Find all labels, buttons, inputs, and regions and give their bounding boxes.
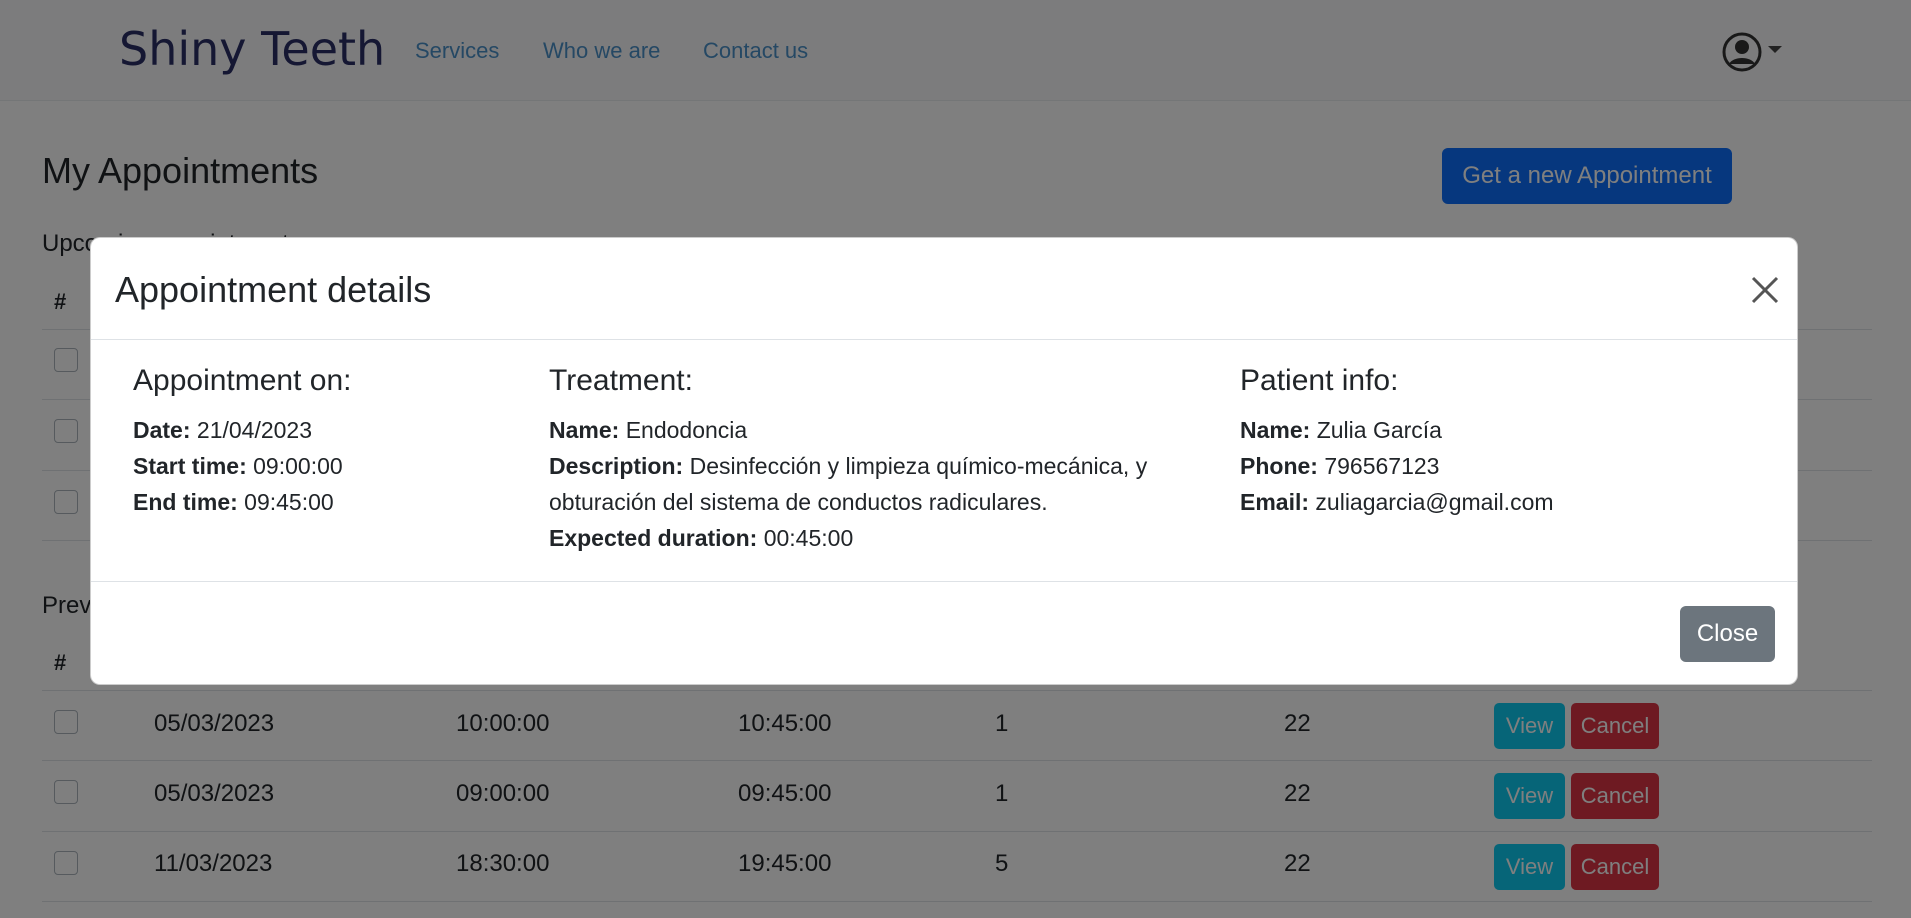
- patient-info-section: Patient info: Name: Zulia García Phone: …: [1240, 364, 1760, 520]
- patient-email: Email: zuliagarcia@gmail.com: [1240, 489, 1554, 515]
- close-icon[interactable]: [1747, 272, 1783, 308]
- treatment-name: Name: Endodoncia: [549, 417, 748, 443]
- patient-heading: Patient info:: [1240, 364, 1399, 397]
- treatment-description: Description: Desinfección y limpieza quí…: [549, 453, 1148, 515]
- modal-footer: Close: [91, 581, 1797, 686]
- appointment-info-section: Appointment on: Date: 21/04/2023 Start t…: [133, 364, 513, 520]
- appointment-heading: Appointment on:: [133, 364, 352, 397]
- patient-phone: Phone: 796567123: [1240, 453, 1440, 479]
- close-button[interactable]: Close: [1680, 606, 1775, 662]
- patient-name: Name: Zulia García: [1240, 417, 1442, 443]
- treatment-info-section: Treatment: Name: Endodoncia Description:…: [549, 364, 1189, 556]
- treatment-duration: Expected duration: 00:45:00: [549, 525, 854, 551]
- appointment-date: Date: 21/04/2023: [133, 417, 313, 443]
- appointment-end-time: End time: 09:45:00: [133, 489, 334, 515]
- appointment-start-time: Start time: 09:00:00: [133, 453, 343, 479]
- modal-title: Appointment details: [115, 269, 432, 310]
- page: Shiny Teeth Services Who we are Contact …: [0, 0, 1911, 918]
- modal-header: Appointment details: [91, 238, 1797, 340]
- treatment-heading: Treatment:: [549, 364, 693, 397]
- appointment-details-modal: Appointment details Appointment on: Date…: [90, 237, 1798, 685]
